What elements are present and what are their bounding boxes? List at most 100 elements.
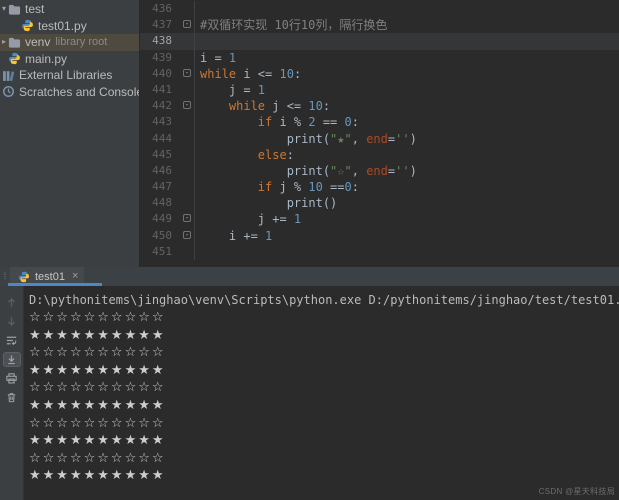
project-tree-panel: ▾testtest01.py ▸ venv library root main.pyEx…: [0, 0, 140, 267]
code-text: while j <= 10:: [195, 98, 330, 114]
gutter-fold-column: [172, 244, 195, 260]
line-number: 446: [140, 163, 172, 179]
code-text: i += 1: [195, 228, 272, 244]
line-number: 451: [140, 244, 172, 260]
gutter-fold-column: -: [172, 98, 195, 114]
code-text: [195, 244, 200, 260]
gutter-fold-column: [172, 82, 195, 98]
fold-end-icon[interactable]: -: [183, 231, 191, 239]
tree-item-label: venv: [25, 35, 50, 49]
gutter-fold-column: [172, 131, 195, 147]
code-text: while i <= 10:: [195, 66, 301, 82]
line-number: 440: [140, 66, 172, 82]
code-line-436[interactable]: 436: [140, 1, 619, 17]
tree-item-suffix: library root: [55, 36, 107, 48]
folder-icon: [8, 3, 21, 16]
code-text: if i % 2 == 0:: [195, 114, 359, 130]
code-line-441[interactable]: 441 j = 1: [140, 82, 619, 98]
console-output-line: ★★★★★★★★★★: [29, 467, 619, 485]
console-output-lines: ☆☆☆☆☆☆☆☆☆☆★★★★★★★★★★☆☆☆☆☆☆☆☆☆☆★★★★★★★★★★…: [29, 309, 619, 485]
console-output-line: ☆☆☆☆☆☆☆☆☆☆: [29, 309, 619, 327]
code-text: [195, 33, 200, 49]
gutter-fold-column: [172, 114, 195, 130]
code-editor[interactable]: 436437-#双循环实现 10行10列，隔行换色438439i = 1440-…: [140, 0, 619, 267]
print-icon[interactable]: [3, 371, 21, 386]
gutter-fold-column: [172, 147, 195, 163]
active-tab-underline: [8, 283, 102, 286]
line-number: 447: [140, 179, 172, 195]
fold-collapse-icon[interactable]: -: [183, 20, 191, 28]
console-output-line: ☆☆☆☆☆☆☆☆☆☆: [29, 344, 619, 362]
libraries-icon: [2, 69, 15, 82]
line-number: 441: [140, 82, 172, 98]
code-line-450[interactable]: 450- i += 1: [140, 228, 619, 244]
line-number: 445: [140, 147, 172, 163]
code-line-437[interactable]: 437 -#双循环实现 10行10列，隔行换色: [140, 17, 619, 33]
gutter-fold-column: [172, 195, 195, 211]
csdn-watermark: CSDN @星天科技局: [539, 486, 615, 497]
code-text: i = 1: [195, 50, 236, 66]
close-icon[interactable]: ×: [72, 271, 78, 282]
code-line-440[interactable]: 440 -while i <= 10:: [140, 66, 619, 82]
code-line-448[interactable]: 448 print(): [140, 195, 619, 211]
code-line-444[interactable]: 444 print("★", end=''): [140, 131, 619, 147]
tree-item-external-libraries[interactable]: External Libraries: [0, 67, 139, 84]
line-number: 438: [140, 33, 172, 49]
code-text: else:: [195, 147, 294, 163]
gutter-fold-column: [172, 163, 195, 179]
code-line-451[interactable]: 451: [140, 244, 619, 260]
scroll-to-end-icon[interactable]: [3, 352, 21, 367]
tree-item-test01-py[interactable]: test01.py: [0, 18, 139, 35]
soft-wrap-icon[interactable]: [3, 333, 21, 348]
code-line-446[interactable]: 446 print("☆", end=''): [140, 163, 619, 179]
gutter-fold-column: -: [172, 17, 195, 33]
chevron-right-icon[interactable]: ▸: [0, 38, 8, 46]
tree-item-scratches-and-consoles[interactable]: Scratches and Consoles: [0, 84, 139, 101]
code-text: print("☆", end=''): [195, 163, 417, 179]
toolwindow-options-icon[interactable]: ⁞: [0, 272, 10, 281]
tree-item-main-py[interactable]: main.py: [0, 51, 139, 68]
console-output-line: ★★★★★★★★★★: [29, 397, 619, 415]
top-area: ▾testtest01.py ▸ venv library root main.pyEx…: [0, 0, 619, 267]
code-text: j += 1: [195, 211, 301, 227]
project-tree: ▾testtest01.py ▸ venv library root main.pyEx…: [0, 1, 139, 100]
gutter-fold-column: -: [172, 66, 195, 82]
tree-item-test[interactable]: ▾test: [0, 1, 139, 18]
console-output-line: ☆☆☆☆☆☆☆☆☆☆: [29, 379, 619, 397]
code-line-438[interactable]: 438: [140, 33, 619, 49]
code-text: print("★", end=''): [195, 131, 417, 147]
chevron-down-icon[interactable]: ▾: [0, 5, 8, 13]
code-line-442[interactable]: 442- while j <= 10:: [140, 98, 619, 114]
console-output-line: ★★★★★★★★★★: [29, 432, 619, 450]
line-number: 444: [140, 131, 172, 147]
fold-end-icon[interactable]: -: [183, 214, 191, 222]
arrow-down-icon: [3, 314, 21, 329]
line-number: 437: [140, 17, 172, 33]
tree-item-venv[interactable]: ▸ venv library root: [0, 34, 139, 51]
console-output[interactable]: D:\pythonitems\jinghao\venv\Scripts\pyth…: [24, 286, 619, 500]
code-line-449[interactable]: 449- j += 1: [140, 211, 619, 227]
fold-collapse-icon[interactable]: -: [183, 69, 191, 77]
code-text: #双循环实现 10行10列，隔行换色: [195, 17, 387, 33]
tree-item-label: test01.py: [38, 19, 87, 33]
code-text: [195, 1, 200, 17]
code-line-439[interactable]: 439 i = 1: [140, 50, 619, 66]
console-toolbar: [0, 286, 24, 500]
tree-item-label: main.py: [25, 52, 67, 66]
code-line-445[interactable]: 445 else:: [140, 147, 619, 163]
gutter-fold-column: [172, 1, 195, 17]
gutter-fold-column: -: [172, 211, 195, 227]
console-output-line: ★★★★★★★★★★: [29, 327, 619, 345]
python-file-icon: [21, 19, 34, 32]
clear-icon[interactable]: [3, 390, 21, 405]
python-icon: [18, 271, 30, 283]
line-number: 439: [140, 50, 172, 66]
line-number: 443: [140, 114, 172, 130]
line-number: 448: [140, 195, 172, 211]
console-command-line: D:\pythonitems\jinghao\venv\Scripts\pyth…: [29, 291, 619, 309]
fold-collapse-icon[interactable]: -: [183, 101, 191, 109]
code-text: if j % 10 ==0:: [195, 179, 359, 195]
code-line-443[interactable]: 443 if i % 2 == 0:: [140, 114, 619, 130]
code-line-447[interactable]: 447 if j % 10 ==0:: [140, 179, 619, 195]
code-text: j = 1: [195, 82, 265, 98]
